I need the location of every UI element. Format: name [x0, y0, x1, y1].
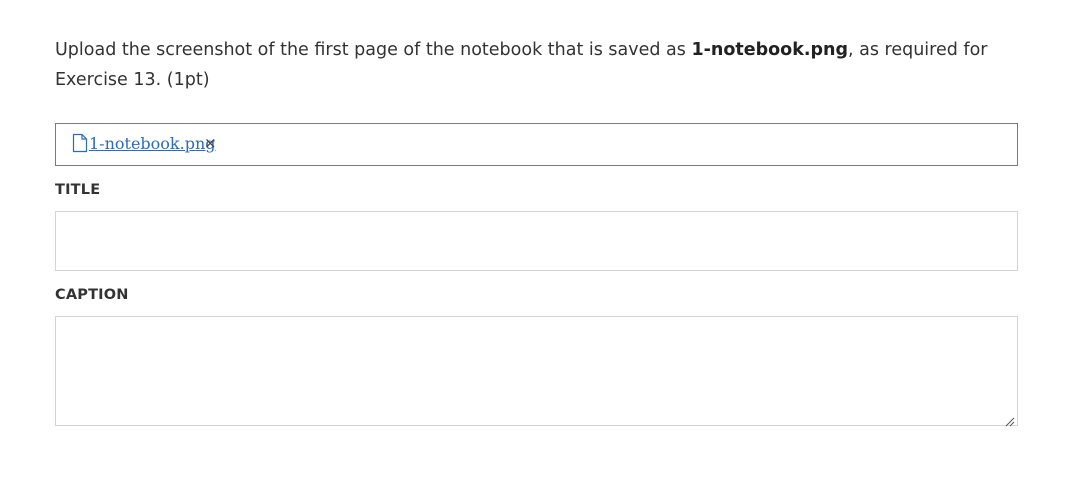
close-icon[interactable]: ×: [204, 134, 217, 152]
title-label: TITLE: [55, 182, 101, 198]
upload-box: 1-notebook.png ×: [55, 123, 1018, 166]
resize-handle-icon[interactable]: [1004, 412, 1015, 427]
caption-textarea[interactable]: [55, 316, 1018, 426]
prompt-text-before: Upload the screenshot of the first page …: [55, 40, 692, 60]
uploaded-file-link[interactable]: 1-notebook.png: [72, 133, 216, 153]
prompt-filename: 1-notebook.png: [691, 40, 848, 60]
caption-label: CAPTION: [55, 287, 129, 303]
file-icon: [72, 133, 88, 153]
uploaded-file-name: 1-notebook.png: [89, 133, 216, 153]
question-prompt: Upload the screenshot of the first page …: [55, 35, 1015, 95]
title-input[interactable]: [55, 211, 1018, 271]
